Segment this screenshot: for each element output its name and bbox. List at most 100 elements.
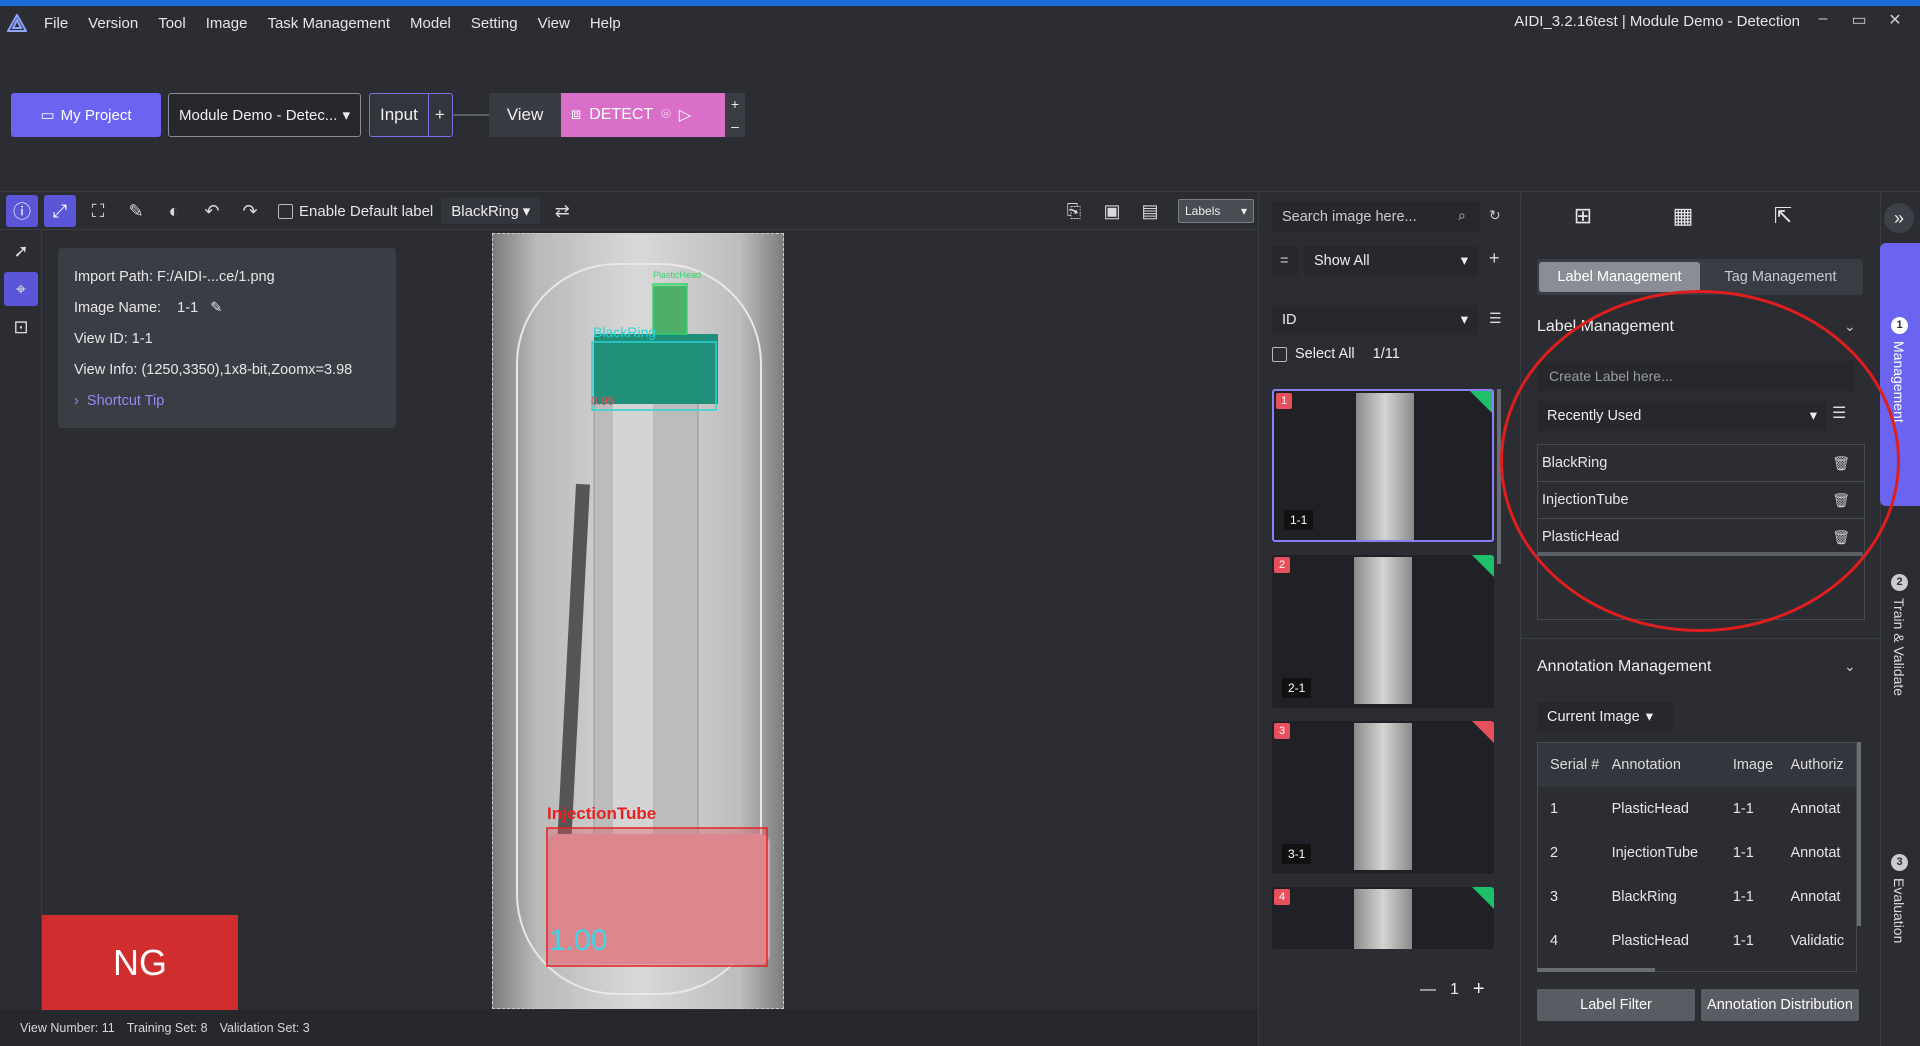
ok-status-marker	[1470, 391, 1492, 413]
shortcut-tip-link[interactable]: › Shortcut Tip	[74, 386, 380, 417]
create-label-input[interactable]: Create Label here...	[1537, 361, 1855, 391]
menu-tool[interactable]: Tool	[148, 15, 196, 32]
menu-view[interactable]: View	[528, 15, 580, 32]
search-icon[interactable]: ⌕	[1458, 207, 1466, 224]
thumbnail-card[interactable]: 3 3-1	[1272, 721, 1494, 874]
table-row[interactable]: 1 PlasticHead 1-1 Annotat	[1538, 787, 1856, 831]
trash-icon[interactable]: 🗑	[1832, 529, 1850, 546]
menu-file[interactable]: File	[34, 15, 78, 32]
add-node-button[interactable]: +	[731, 96, 739, 112]
menu-setting[interactable]: Setting	[461, 15, 528, 32]
refresh-icon[interactable]: ↻	[1489, 207, 1501, 224]
add-image-icon[interactable]: ⊞	[1566, 203, 1600, 233]
tab-tag-management[interactable]: Tag Management	[1700, 262, 1861, 292]
location-pin-icon[interactable]: ⌾	[661, 106, 671, 124]
table-row[interactable]: 2 InjectionTube 1-1 Annotat	[1538, 831, 1856, 875]
sort-order-icon[interactable]: ☰	[1489, 310, 1502, 327]
annotation-table-hscroll[interactable]	[1537, 968, 1655, 972]
fit-expand-icon[interactable]: ⤢	[44, 195, 76, 227]
menu-task-management[interactable]: Task Management	[257, 15, 400, 32]
chevron-down-icon[interactable]: ⌄	[1844, 318, 1856, 335]
minimize-button[interactable]: –	[1808, 10, 1838, 28]
page-number[interactable]: 1	[1450, 981, 1459, 999]
select-all-checkbox[interactable]	[1272, 346, 1287, 362]
pencil-icon[interactable]: ✎	[210, 300, 222, 316]
trash-icon[interactable]: 🗑	[1832, 492, 1850, 509]
sort-field-select[interactable]: ID ▾	[1272, 305, 1478, 335]
edit-icon[interactable]: ✎	[120, 195, 152, 227]
ok-status-marker	[1472, 555, 1494, 577]
table-row[interactable]: 3 BlackRing 1-1 Annotat	[1538, 875, 1856, 919]
input-node[interactable]: Input +	[369, 93, 453, 137]
palette-icon[interactable]: ◐	[158, 195, 190, 227]
enable-default-checkbox[interactable]	[278, 203, 293, 219]
save-icon[interactable]: ▣	[1096, 195, 1128, 227]
add-filter-icon[interactable]: +	[1489, 248, 1500, 269]
menu-version[interactable]: Version	[78, 15, 148, 32]
collapse-panel-icon[interactable]: »	[1884, 203, 1914, 233]
step-evaluation[interactable]: 3 Evaluation	[1880, 850, 1920, 980]
search-image-input[interactable]: Search image here...	[1272, 202, 1480, 232]
thumbnail-card[interactable]: 2 2-1	[1272, 555, 1494, 708]
menu-image[interactable]: Image	[196, 15, 258, 32]
remove-node-button[interactable]: –	[731, 118, 739, 134]
thumbnail-view-id: 1-1	[1284, 510, 1314, 530]
export-image-icon[interactable]: ⇱	[1766, 203, 1800, 233]
menu-help[interactable]: Help	[580, 15, 631, 32]
annotation-table-vscroll[interactable]	[1857, 742, 1861, 926]
col-authorization[interactable]: Authoriz	[1790, 757, 1856, 773]
thumbnail-card[interactable]: 4	[1272, 887, 1494, 949]
menu-model[interactable]: Model	[400, 15, 461, 32]
select-cursor-icon[interactable]: ➚	[4, 234, 38, 268]
chevron-down-icon[interactable]: ⌄	[1844, 658, 1856, 675]
my-project-button[interactable]: ▭ My Project	[11, 93, 161, 137]
col-serial[interactable]: Serial #	[1538, 757, 1612, 773]
label-filter-button[interactable]: Label Filter	[1537, 989, 1695, 1021]
trash-icon[interactable]: 🗑	[1832, 455, 1850, 472]
undo-icon[interactable]: ↶	[196, 195, 228, 227]
default-label-select[interactable]: BlackRing ▾	[441, 198, 541, 224]
col-annotation[interactable]: Annotation	[1612, 757, 1721, 773]
col-image[interactable]: Image	[1721, 757, 1791, 773]
sort-labels-icon[interactable]: ☰	[1832, 403, 1858, 423]
view-node[interactable]: View	[489, 93, 561, 137]
region-tool-icon[interactable]: ⊡	[4, 310, 38, 344]
info-icon[interactable]: ⓘ	[6, 195, 38, 227]
save-as-icon[interactable]: ▤	[1134, 195, 1166, 227]
close-button[interactable]: ✕	[1880, 10, 1910, 30]
input-add-button[interactable]: +	[429, 105, 451, 125]
step-management[interactable]: 1 Management	[1880, 243, 1920, 506]
recently-used-select[interactable]: Recently Used ▾	[1537, 401, 1827, 431]
enable-default-label-toggle[interactable]: Enable Default label	[278, 203, 433, 220]
filter-select[interactable]: Show All ▾	[1304, 246, 1478, 276]
maximize-button[interactable]: ▭	[1844, 10, 1874, 30]
page-next-button[interactable]: +	[1473, 978, 1485, 1001]
current-image-select[interactable]: Current Image ▾	[1537, 702, 1673, 732]
fullscreen-icon[interactable]: ⛶	[82, 195, 114, 227]
cell-serial: 3	[1550, 889, 1559, 905]
add-folder-icon[interactable]: ▦	[1666, 203, 1700, 233]
label-list-scrollbar[interactable]	[1537, 552, 1863, 556]
detect-node[interactable]: ⧈ DETECT ⌾ ▷	[561, 93, 725, 137]
export-icon[interactable]: ⎘	[1058, 195, 1090, 227]
table-row[interactable]: 4 PlasticHead 1-1 Validatic	[1538, 919, 1856, 963]
redo-icon[interactable]: ↷	[234, 195, 266, 227]
thumb-scrollbar[interactable]	[1497, 389, 1501, 564]
swap-icon[interactable]: ⇄	[546, 195, 578, 227]
view-number: View Number: 11	[20, 1021, 115, 1035]
select-all-row[interactable]: Select All 1/11	[1272, 346, 1400, 362]
label-item[interactable]: PlasticHead 🗑	[1538, 519, 1864, 556]
thumbnail-card[interactable]: 1 1-1	[1272, 389, 1494, 542]
label-item[interactable]: BlackRing 🗑	[1538, 445, 1864, 482]
step-train-validate[interactable]: 2 Train & Validate	[1880, 570, 1920, 770]
annotation-distribution-button[interactable]: Annotation Distribution	[1701, 989, 1859, 1021]
filter-operator[interactable]: =	[1272, 246, 1298, 276]
syringe-image[interactable]: PlasticHead BlackRing 0.99 InjectionTube…	[492, 233, 784, 1009]
tab-label-management[interactable]: Label Management	[1539, 262, 1700, 292]
play-icon[interactable]: ▷	[679, 105, 691, 125]
labels-display-select[interactable]: Labels ▾	[1178, 199, 1254, 223]
page-prev-button[interactable]: —	[1420, 981, 1436, 999]
annotate-tool-icon[interactable]: ⌖	[4, 272, 38, 306]
label-item[interactable]: InjectionTube 🗑	[1538, 482, 1864, 519]
project-select[interactable]: Module Demo - Detec... ▾	[168, 93, 361, 137]
